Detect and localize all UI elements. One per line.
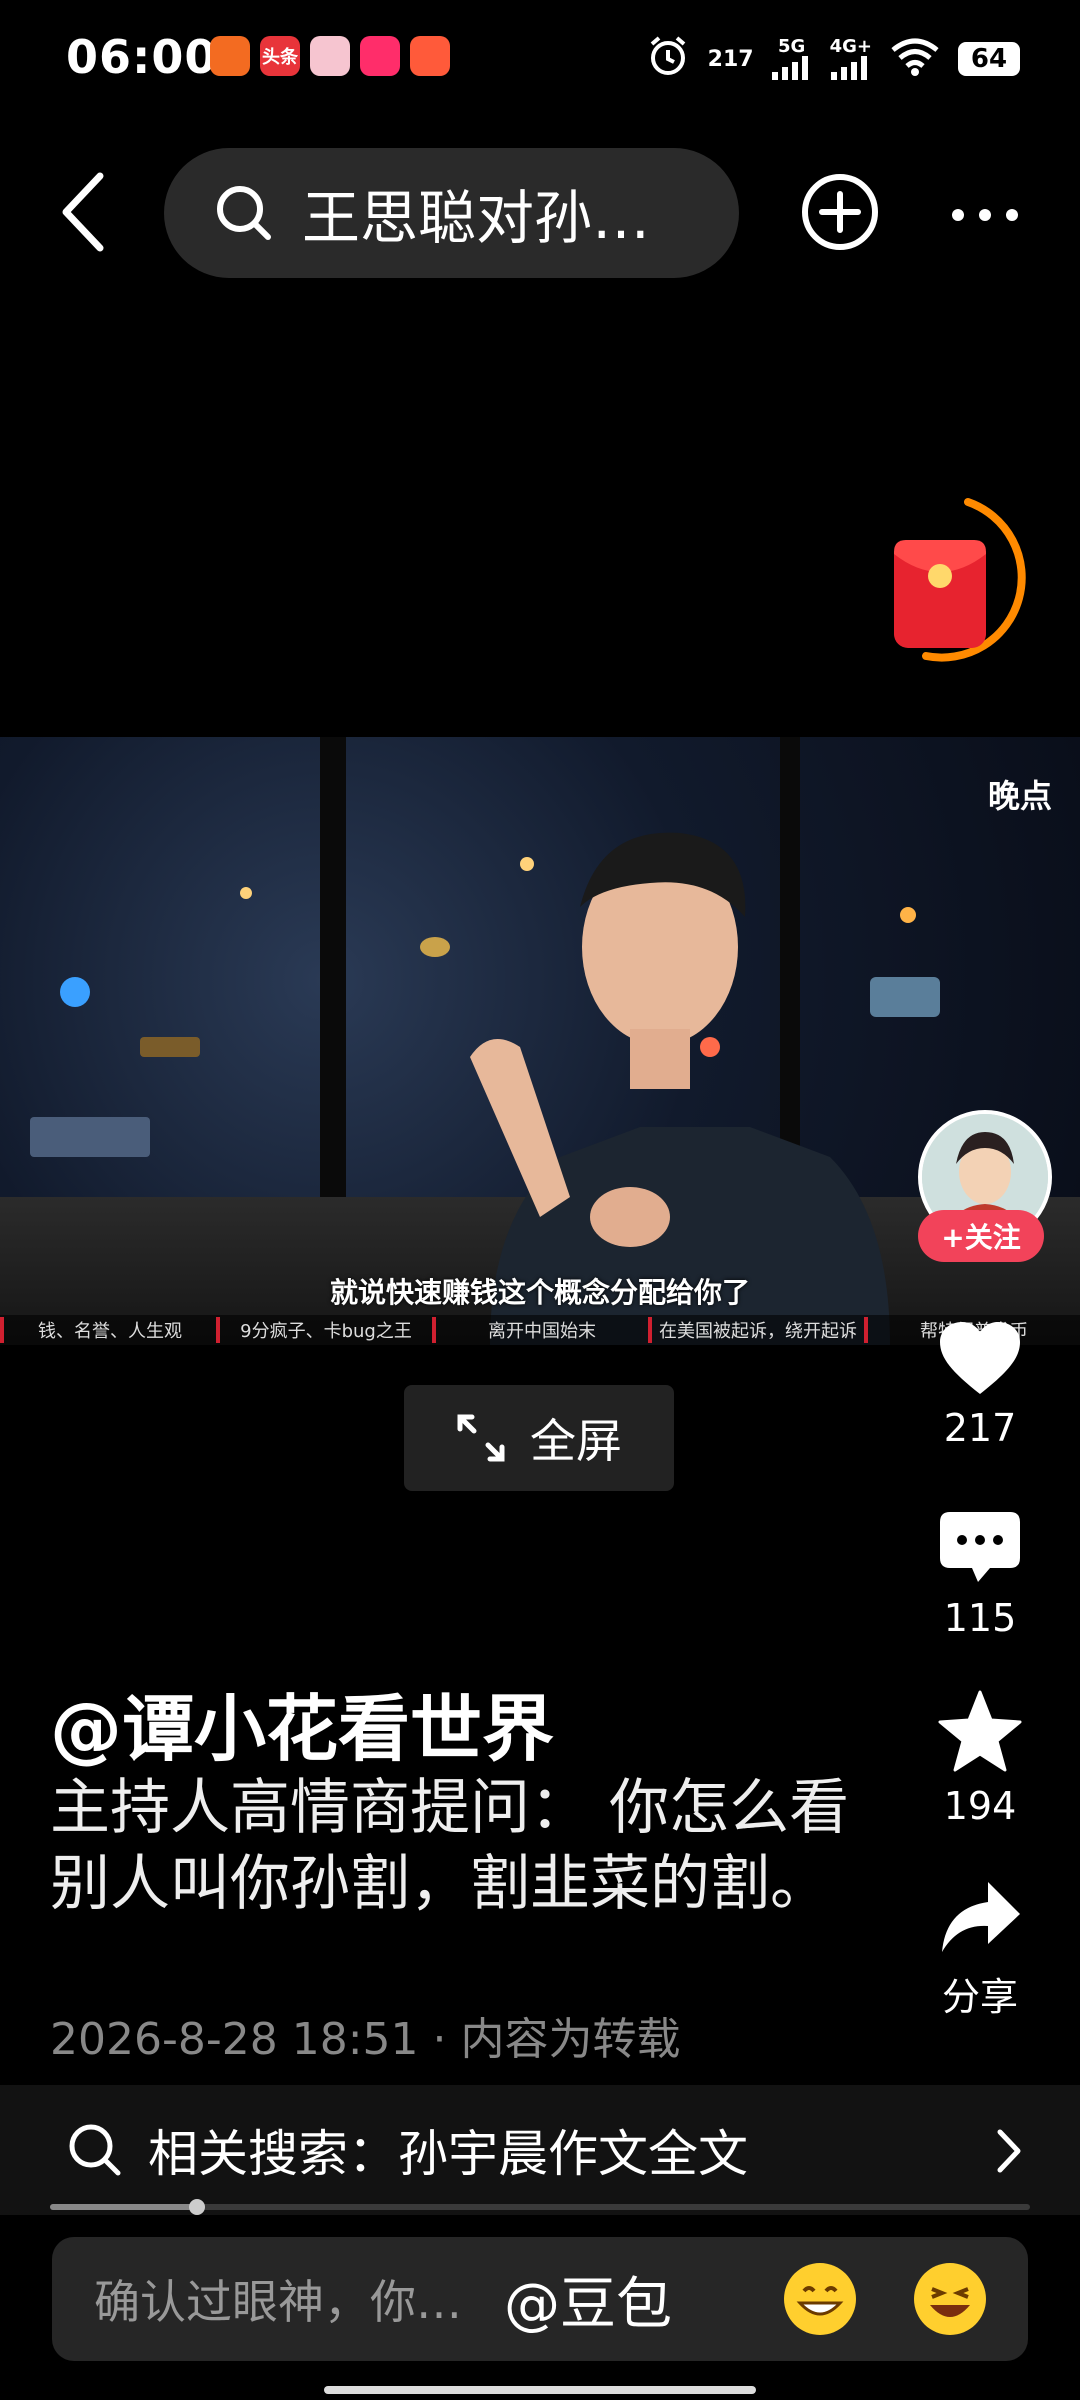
share-label: 分享: [941, 1975, 1018, 2019]
favorite-button[interactable]: 194: [920, 1690, 1040, 1828]
search-query: 王思聪对孙…: [302, 184, 651, 252]
signal-4g-icon: 4G+: [830, 38, 872, 80]
comment-count: 115: [943, 1596, 1017, 1640]
chapter-item[interactable]: 钱、名誉、人生观: [0, 1317, 216, 1343]
pink-app-icon: [310, 36, 350, 76]
signal-5g-icon: 5G: [771, 38, 812, 80]
clock: 06:00: [66, 30, 218, 84]
search-icon: [69, 2124, 121, 2176]
comment-input[interactable]: 确认过眼神，你…: [94, 2266, 494, 2332]
cartoon-app-icon: [410, 36, 450, 76]
system-status-icons: 217 5G 4G+ 64: [646, 34, 1020, 84]
related-search-bar[interactable]: 相关搜索：孙宇晨作文全文: [0, 2085, 1080, 2215]
mention-doubao[interactable]: @豆包: [504, 2259, 672, 2340]
heart-icon: [940, 1322, 1020, 1394]
grin-emoji-icon[interactable]: [784, 2263, 856, 2335]
post-meta: 2026-8-28 18:51 · 内容为转载: [50, 2014, 681, 2065]
plus-circle-icon: [802, 174, 878, 250]
chevron-right-icon: [997, 2129, 1021, 2173]
follow-button[interactable]: +关注: [918, 1210, 1044, 1262]
toutiao-app-icon: 头条: [260, 36, 300, 76]
chapter-item[interactable]: 在美国被起诉，绕开起诉: [648, 1317, 864, 1343]
red-envelope-reward[interactable]: [880, 494, 1028, 672]
chapter-item[interactable]: 离开中国始末: [432, 1317, 648, 1343]
battery-icon: 64: [958, 42, 1020, 76]
post-description: 主持人高情商提问： 你怎么看别人叫你孙割，割韭菜的割。: [50, 1773, 850, 1919]
speaker-figure: [470, 832, 890, 1345]
more-options-button[interactable]: [950, 200, 1020, 230]
related-search-text: 相关搜索：孙宇晨作文全文: [148, 2125, 748, 2183]
comment-input-bar[interactable]: 确认过眼神，你… @豆包: [52, 2237, 1028, 2361]
share-arrow-icon: [942, 1882, 1020, 1952]
star-icon: [938, 1690, 1022, 1772]
author-name[interactable]: @谭小花看世界: [50, 1670, 554, 1775]
like-button[interactable]: 217: [920, 1320, 1040, 1450]
more-dots-icon: [952, 209, 1018, 221]
search-bar[interactable]: 王思聪对孙…: [164, 148, 739, 278]
share-button[interactable]: 分享: [920, 1880, 1040, 2021]
comment-button[interactable]: 115: [920, 1510, 1040, 1640]
wifi-icon: [890, 36, 940, 82]
fullscreen-label: 全屏: [530, 1414, 622, 1468]
back-button[interactable]: [56, 170, 116, 254]
video-watermark: 晚点: [987, 777, 1052, 815]
signal-count: 217: [707, 46, 754, 72]
douyin-app-icon: [360, 36, 400, 76]
fullscreen-button[interactable]: 全屏: [404, 1385, 674, 1491]
search-icon: [217, 186, 271, 240]
progress-handle[interactable]: [189, 2199, 205, 2215]
like-count: 217: [943, 1406, 1017, 1450]
favorite-count: 194: [943, 1784, 1017, 1828]
red-envelope-icon: [894, 498, 1026, 662]
comment-bubble-icon: [940, 1512, 1020, 1582]
notification-app-icons: 头条: [210, 36, 450, 76]
laugh-emoji-icon[interactable]: [914, 2263, 986, 2335]
chapter-item[interactable]: 9分疯子、卡bug之王: [216, 1317, 432, 1343]
progress-fill: [50, 2204, 197, 2210]
status-bar: 06:00 头条 217 5G 4G+ 64: [0, 0, 1080, 120]
expand-icon: [457, 1414, 505, 1462]
video-player[interactable]: 晚点 就说快速赚钱这个概念分配给你了 钱、名誉、人生观 9分疯子、卡bug之王 离开…: [0, 737, 1080, 1345]
video-subtitle: 就说快速赚钱这个概念分配给你了: [329, 1276, 750, 1309]
alarm-icon: [646, 34, 690, 84]
add-button[interactable]: [800, 172, 880, 252]
chevron-left-icon: [62, 172, 104, 252]
chapter-bar[interactable]: 钱、名誉、人生观9分疯子、卡bug之王离开中国始末在美国被起诉，绕开起诉帮特朗普…: [0, 1315, 1080, 1345]
fly-app-icon: [210, 36, 250, 76]
home-indicator[interactable]: [324, 2386, 756, 2394]
